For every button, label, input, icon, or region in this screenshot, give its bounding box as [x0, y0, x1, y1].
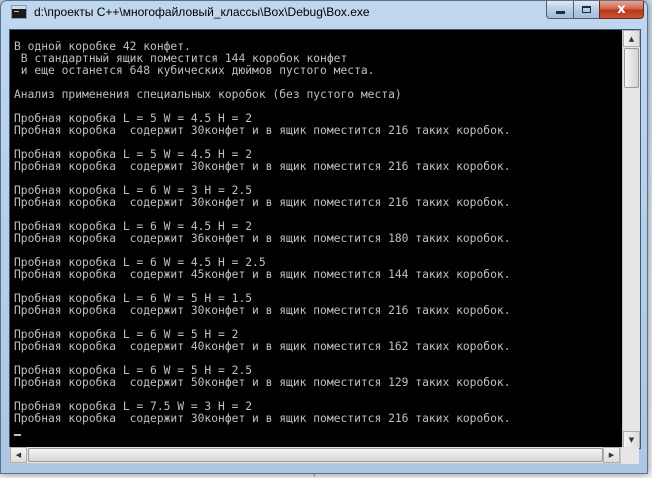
scroll-down-button[interactable]: ▼: [623, 431, 640, 448]
minimize-icon: [555, 11, 565, 14]
console-line: Пробная коробка содержит 40конфет и в ящ…: [14, 340, 511, 353]
vertical-scrollbar[interactable]: ▲ ▼: [622, 30, 640, 448]
close-icon: x: [617, 2, 626, 17]
scroll-right-button[interactable]: ▶: [603, 447, 620, 463]
arrow-left-icon: ◀: [15, 451, 22, 459]
arrow-up-icon: ▲: [628, 34, 635, 43]
title-bar[interactable]: d:\проекты C++\многофайловый_классы\Box\…: [1, 1, 647, 27]
arrow-down-icon: ▼: [628, 435, 635, 444]
close-button[interactable]: x: [599, 1, 644, 19]
caption-buttons: x: [546, 1, 644, 20]
scroll-up-button[interactable]: ▲: [623, 30, 640, 47]
console-client-area: В одной коробке 42 конфет. В стандартный…: [9, 29, 641, 449]
console-line: Анализ применения специальных коробок (б…: [14, 88, 402, 101]
console-line: Пробная коробка содержит 50конфет и в ящ…: [14, 376, 511, 389]
maximize-icon: [582, 6, 591, 13]
maximize-button[interactable]: [573, 1, 599, 19]
console-output[interactable]: В одной коробке 42 конфет. В стандартный…: [10, 30, 622, 448]
vertical-scroll-thumb[interactable]: [624, 48, 639, 88]
console-line: Пробная коробка содержит 30конфет и в ящ…: [14, 124, 511, 137]
console-line: и еще останется 648 кубических дюймов пу…: [14, 64, 375, 77]
console-text: В одной коробке 42 конфет. В стандартный…: [10, 30, 622, 437]
horizontal-scrollbar[interactable]: ◀ ▶: [9, 447, 621, 464]
horizontal-scroll-thumb[interactable]: [28, 448, 603, 462]
minimize-button[interactable]: [546, 1, 573, 19]
console-app-icon[interactable]: [11, 5, 27, 19]
size-grip[interactable]: [621, 447, 639, 464]
scroll-left-button[interactable]: ◀: [10, 447, 27, 463]
console-line: Пробная коробка содержит 30конфет и в ящ…: [14, 160, 511, 173]
console-line: Пробная коробка содержит 30конфет и в ящ…: [14, 412, 511, 425]
console-cursor-line: [14, 425, 622, 437]
console-line: Пробная коробка содержит 30конфет и в ящ…: [14, 304, 511, 317]
arrow-right-icon: ▶: [608, 451, 615, 459]
console-window: d:\проекты C++\многофайловый_классы\Box\…: [0, 0, 648, 474]
text-cursor: [14, 434, 21, 436]
console-line: Пробная коробка содержит 30конфет и в ящ…: [14, 196, 511, 209]
console-line: Пробная коробка содержит 45конфет и в ящ…: [14, 268, 511, 281]
console-line: Пробная коробка содержит 36конфет и в ящ…: [14, 232, 511, 245]
window-title: d:\проекты C++\многофайловый_классы\Box\…: [34, 5, 370, 19]
